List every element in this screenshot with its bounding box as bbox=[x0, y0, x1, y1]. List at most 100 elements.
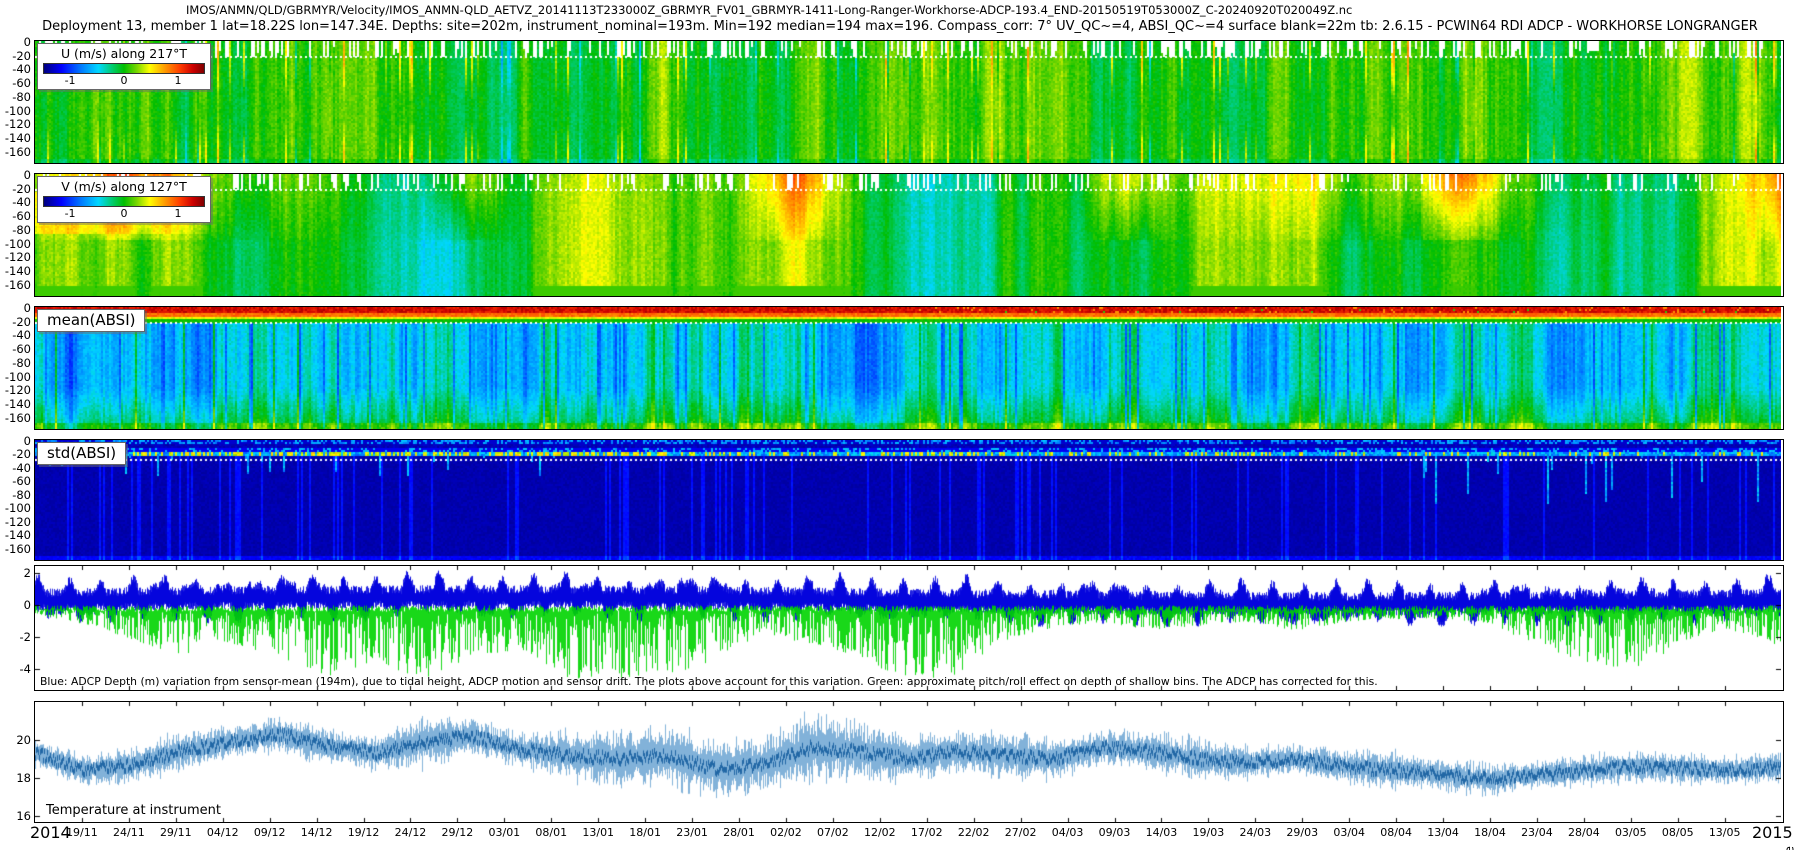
u-velocity-heatmap bbox=[35, 41, 1781, 163]
jet-colorbar bbox=[43, 196, 205, 207]
panel-v-velocity: V (m/s) along 127°T -1 0 1 bbox=[34, 173, 1784, 297]
y-tick-label: 2 bbox=[23, 566, 31, 580]
y-tick-label: 0 bbox=[23, 434, 31, 448]
x-tick-label: 03/01 bbox=[488, 826, 521, 839]
std-absi-label: std(ABSI) bbox=[37, 442, 127, 465]
panel-std-absi: std(ABSI) bbox=[34, 439, 1784, 561]
x-tick-label: 13/01 bbox=[582, 826, 615, 839]
x-tick-label: 19/03 bbox=[1192, 826, 1225, 839]
x-tick-label: 04/12 bbox=[206, 826, 239, 839]
figure-title-filename: IMOS/ANMN/QLD/GBRMYR/Velocity/IMOS_ANMN-… bbox=[186, 3, 1353, 17]
x-tick-label: 08/05 bbox=[1661, 826, 1694, 839]
x-tick-label: 19/11 bbox=[66, 826, 98, 839]
x-tick-label: 27/02 bbox=[1004, 826, 1037, 839]
x-tick-label: 24/12 bbox=[394, 826, 427, 839]
y-tick-label: -2 bbox=[19, 630, 31, 644]
y-tick-label: -120 bbox=[4, 117, 31, 132]
x-tick-label: 29/12 bbox=[441, 826, 474, 839]
y-tick-label: -140 bbox=[4, 131, 31, 145]
mean-absi-heatmap bbox=[35, 307, 1781, 429]
y-tick-label: 18 bbox=[16, 771, 31, 785]
x-tick-label: 02/02 bbox=[770, 826, 802, 839]
y-tick-label: -40 bbox=[12, 195, 31, 210]
y-tick-label: 0 bbox=[23, 598, 31, 612]
x-tick-label: 24/11 bbox=[113, 826, 145, 839]
std-absi-heatmap bbox=[35, 440, 1781, 560]
y-tick-label: 0 bbox=[23, 35, 31, 49]
v-velocity-legend: V (m/s) along 127°T -1 0 1 bbox=[37, 176, 211, 223]
y-tick-label: -120 bbox=[4, 514, 31, 529]
colorbar-tick: 0 bbox=[120, 207, 128, 220]
panel-temperature: Temperature at instrument bbox=[34, 701, 1784, 823]
y-tick-label: -140 bbox=[4, 264, 31, 278]
x-tick-label: 04/03 bbox=[1051, 826, 1084, 839]
x-tick-label: 29/03 bbox=[1286, 826, 1319, 839]
x-tick-label: 18/01 bbox=[629, 826, 661, 839]
depth-variation-annotation: Blue: ADCP Depth (m) variation from sens… bbox=[40, 675, 1378, 688]
x-tick-label: 12/02 bbox=[863, 826, 896, 839]
x-tick-label: 22/02 bbox=[957, 826, 990, 839]
x-tick-label: 24/03 bbox=[1239, 826, 1272, 839]
v-colorbar-ticks: -1 0 1 bbox=[43, 207, 205, 220]
y-tick-label: -60 bbox=[12, 342, 31, 357]
colorbar-tick: -1 bbox=[64, 74, 76, 87]
y-tick-label: 0 bbox=[23, 168, 31, 182]
x-tick-label: 28/04 bbox=[1568, 826, 1600, 839]
panel-depth-variation: Blue: ADCP Depth (m) variation from sens… bbox=[34, 565, 1784, 691]
colorbar-tick: 1 bbox=[174, 207, 182, 220]
x-tick-label: 17/02 bbox=[910, 826, 943, 839]
y-tick-label: -140 bbox=[4, 397, 31, 411]
mean-absi-label: mean(ABSI) bbox=[37, 309, 146, 332]
x-tick-label: 23/04 bbox=[1521, 826, 1553, 839]
v-legend-title: V (m/s) along 127°T bbox=[61, 179, 187, 194]
jet-colorbar bbox=[43, 63, 205, 74]
panel-u-velocity: U (m/s) along 217°T -1 0 1 bbox=[34, 40, 1784, 164]
x-tick-label: 13/05 bbox=[1708, 826, 1741, 839]
x-tick-label: 03/04 bbox=[1333, 826, 1366, 839]
y-tick-label: -160 bbox=[4, 144, 31, 159]
y-tick-label: -100 bbox=[4, 501, 31, 516]
y-tick-label: -40 bbox=[12, 328, 31, 343]
y-tick-label: -80 bbox=[12, 89, 31, 104]
y-tick-label: -20 bbox=[12, 314, 31, 329]
y-tick-label: -100 bbox=[4, 369, 31, 384]
y-tick-label: -120 bbox=[4, 250, 31, 265]
x-tick-label: 29/11 bbox=[159, 826, 192, 839]
y-tick-label: 16 bbox=[16, 809, 31, 823]
y-tick-label: -20 bbox=[12, 181, 31, 196]
y-tick-label: 20 bbox=[16, 733, 31, 747]
imos-watermark: © IMOS 20-Dec-2024 12:59:45 Hobart time bbox=[1782, 846, 1797, 850]
y-tick-label: -160 bbox=[4, 410, 31, 425]
y-tick-label: -20 bbox=[12, 447, 31, 462]
y-tick-label: -100 bbox=[4, 236, 31, 251]
y-tick-label: -60 bbox=[12, 474, 31, 489]
y-tick-label: -4 bbox=[19, 662, 31, 676]
u-legend-title: U (m/s) along 217°T bbox=[60, 46, 188, 61]
x-tick-label: 14/03 bbox=[1145, 826, 1178, 839]
x-tick-label: 13/04 bbox=[1427, 826, 1459, 839]
y-tick-label: -60 bbox=[12, 209, 31, 224]
x-tick-label: 19/12 bbox=[347, 826, 380, 839]
y-tick-label: -160 bbox=[4, 541, 31, 556]
y-tick-label: -160 bbox=[4, 277, 31, 292]
y-tick-label: -80 bbox=[12, 355, 31, 370]
colorbar-tick: -1 bbox=[64, 207, 76, 220]
colorbar-tick: 1 bbox=[174, 74, 182, 87]
y-tick-label: -140 bbox=[4, 528, 31, 543]
depth-variation-lineplot bbox=[35, 566, 1781, 690]
x-tick-label: 07/02 bbox=[817, 826, 849, 839]
y-tick-label: -80 bbox=[12, 487, 31, 502]
y-tick-label: -40 bbox=[12, 62, 31, 77]
x-tick-label: 08/04 bbox=[1380, 826, 1412, 839]
x-tick-label: 03/05 bbox=[1614, 826, 1647, 839]
panel-mean-absi: mean(ABSI) bbox=[34, 306, 1784, 430]
y-tick-label: 0 bbox=[23, 301, 31, 315]
temperature-label: Temperature at instrument bbox=[46, 803, 221, 818]
x-tick-label: 08/01 bbox=[535, 826, 568, 839]
u-velocity-legend: U (m/s) along 217°T -1 0 1 bbox=[37, 43, 211, 90]
y-tick-label: -120 bbox=[4, 383, 31, 398]
x-tick-label: 23/01 bbox=[676, 826, 708, 839]
x-tick-label: 09/12 bbox=[253, 826, 286, 839]
y-tick-label: -100 bbox=[4, 103, 31, 118]
v-velocity-heatmap bbox=[35, 174, 1781, 296]
